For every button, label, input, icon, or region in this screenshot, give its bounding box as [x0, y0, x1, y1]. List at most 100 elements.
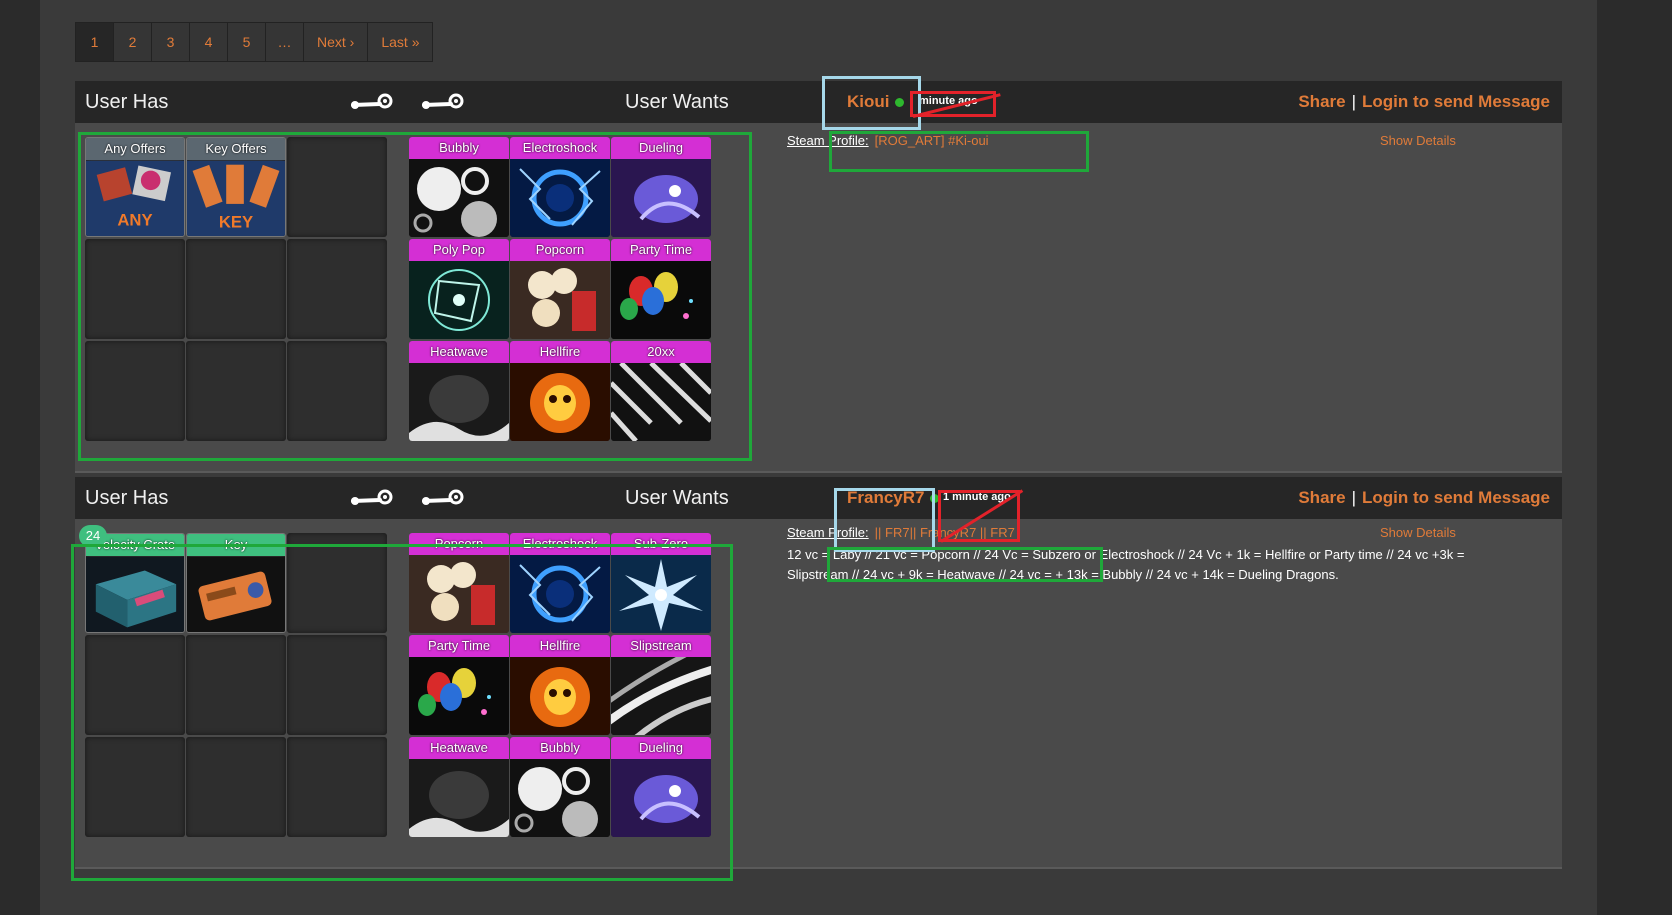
online-status-dot: [895, 98, 904, 107]
username-link[interactable]: Kioui: [847, 92, 890, 112]
item-name: Hellfire: [510, 635, 610, 657]
user-has-label: User Has: [85, 91, 169, 113]
svg-text:KEY: KEY: [219, 212, 253, 231]
wants-item-slot[interactable]: Slipstream: [611, 635, 711, 735]
item-name: Electroshock: [510, 137, 610, 159]
item-name: Heatwave: [409, 737, 509, 759]
steam-icon[interactable]: [348, 489, 394, 509]
hellfire-icon: [510, 363, 610, 441]
has-item-slot[interactable]: Velocity Crate: [85, 533, 185, 633]
page-ellipsis: …: [266, 23, 304, 61]
wants-item-slot[interactable]: Popcorn: [510, 239, 610, 339]
trade-description: 12 vc = Laby // 21 vc = Popcorn // 24 Vc…: [787, 547, 1465, 582]
wants-item-slot[interactable]: Electroshock: [510, 533, 610, 633]
has-item-slot[interactable]: Key: [186, 533, 286, 633]
has-item-slot[interactable]: Key Offers KEY: [186, 137, 286, 237]
empty-slot: [287, 635, 387, 735]
online-status-dot: [930, 494, 939, 503]
page-link-2[interactable]: 2: [114, 23, 152, 61]
item-name: Sub-Zero: [611, 533, 711, 555]
empty-slot: [85, 635, 185, 735]
steam-profile-label[interactable]: Steam Profile:: [787, 525, 869, 540]
wants-item-slot[interactable]: Party Time: [409, 635, 509, 735]
item-name: Bubbly: [409, 137, 509, 159]
wants-item-slot[interactable]: Poly Pop: [409, 239, 509, 339]
steam-icon[interactable]: [419, 93, 465, 113]
popcorn-icon: [409, 555, 509, 633]
wants-item-slot[interactable]: Dueling: [611, 737, 711, 837]
slipstream-icon: [611, 657, 711, 735]
item-name: Party Time: [409, 635, 509, 657]
wants-item-slot[interactable]: Party Time: [611, 239, 711, 339]
popcorn-icon: [510, 261, 610, 339]
next-page-link[interactable]: Next ›: [304, 23, 369, 61]
has-item-slot[interactable]: Any Offers ANY: [85, 137, 185, 237]
show-details-link[interactable]: Show Details: [1380, 525, 1456, 540]
share-link[interactable]: Share: [1298, 488, 1345, 507]
wants-item-slot[interactable]: Dueling: [611, 137, 711, 237]
bubbly-icon: [510, 759, 610, 837]
empty-slot: [186, 737, 286, 837]
wants-item-slot[interactable]: Electroshock: [510, 137, 610, 237]
wants-item-slot[interactable]: Popcorn: [409, 533, 509, 633]
steam-profile-value[interactable]: [ROG_ART] #Ki-oui: [875, 133, 989, 148]
key-offers-icon: KEY: [187, 160, 285, 236]
wants-item-slot[interactable]: Sub-Zero: [611, 533, 711, 633]
empty-slot: [287, 737, 387, 837]
trade-listing: User Has User Wants FrancyR7 1 minute ag…: [75, 477, 1562, 869]
item-name: Poly Pop: [409, 239, 509, 261]
key-icon: [187, 556, 285, 632]
actions-separator: |: [1351, 488, 1357, 507]
empty-slot: [85, 737, 185, 837]
empty-slot: [85, 341, 185, 441]
login-message-link[interactable]: Login to send Message: [1362, 92, 1550, 111]
item-name: Dueling: [611, 137, 711, 159]
steam-icon[interactable]: [419, 489, 465, 509]
trade-actions: Share | Login to send Message: [1298, 488, 1550, 508]
share-link[interactable]: Share: [1298, 92, 1345, 111]
wants-item-slot[interactable]: Bubbly: [409, 137, 509, 237]
steam-profile: Steam Profile: || FR7|| FrancyR7 || FR7: [787, 525, 1015, 540]
steam-icon[interactable]: [348, 93, 394, 113]
page-link-1[interactable]: 1: [76, 23, 114, 61]
steam-profile-label[interactable]: Steam Profile:: [787, 133, 869, 148]
wants-item-slot[interactable]: 20xx: [611, 341, 711, 441]
dueling-dragons-icon: [611, 159, 711, 237]
empty-slot: [287, 341, 387, 441]
wants-item-slot[interactable]: Heatwave: [409, 737, 509, 837]
item-name: 20xx: [611, 341, 711, 363]
show-details-link[interactable]: Show Details: [1380, 133, 1456, 148]
party-time-icon: [611, 261, 711, 339]
wants-item-slot[interactable]: Hellfire: [510, 341, 610, 441]
trade-actions: Share | Login to send Message: [1298, 92, 1550, 112]
wants-item-slot[interactable]: Heatwave: [409, 341, 509, 441]
quantity-badge: 24: [79, 525, 107, 547]
poly-pop-icon: [409, 261, 509, 339]
20xx-icon: [611, 363, 711, 441]
username-link[interactable]: FrancyR7: [847, 488, 924, 508]
heatwave-icon: [409, 759, 509, 837]
user-wants-label: User Wants: [625, 487, 729, 509]
dueling-dragons-icon: [611, 759, 711, 837]
page-link-4[interactable]: 4: [190, 23, 228, 61]
party-time-icon: [409, 657, 509, 735]
actions-separator: |: [1351, 92, 1357, 111]
steam-profile: Steam Profile: [ROG_ART] #Ki-oui: [787, 133, 989, 148]
empty-slot: [287, 533, 387, 633]
wants-item-slot[interactable]: Hellfire: [510, 635, 610, 735]
page-link-3[interactable]: 3: [152, 23, 190, 61]
item-name: Hellfire: [510, 341, 610, 363]
svg-text:ANY: ANY: [117, 210, 152, 229]
heatwave-icon: [409, 363, 509, 441]
wants-item-slot[interactable]: Bubbly: [510, 737, 610, 837]
trade-header: User Has User Wants FrancyR7 1 minute ag…: [75, 477, 1562, 519]
login-message-link[interactable]: Login to send Message: [1362, 488, 1550, 507]
last-page-link[interactable]: Last »: [368, 23, 432, 61]
page-link-5[interactable]: 5: [228, 23, 266, 61]
trade-header: User Has User Wants Kioui minute ago Sha…: [75, 81, 1562, 123]
pagination: 1 2 3 4 5 … Next › Last »: [75, 22, 434, 62]
trade-body: Any Offers ANY Key Offers KEY Bubbly Ele…: [75, 123, 1562, 473]
sub-zero-icon: [611, 555, 711, 633]
electroshock-icon: [510, 159, 610, 237]
hellfire-icon: [510, 657, 610, 735]
